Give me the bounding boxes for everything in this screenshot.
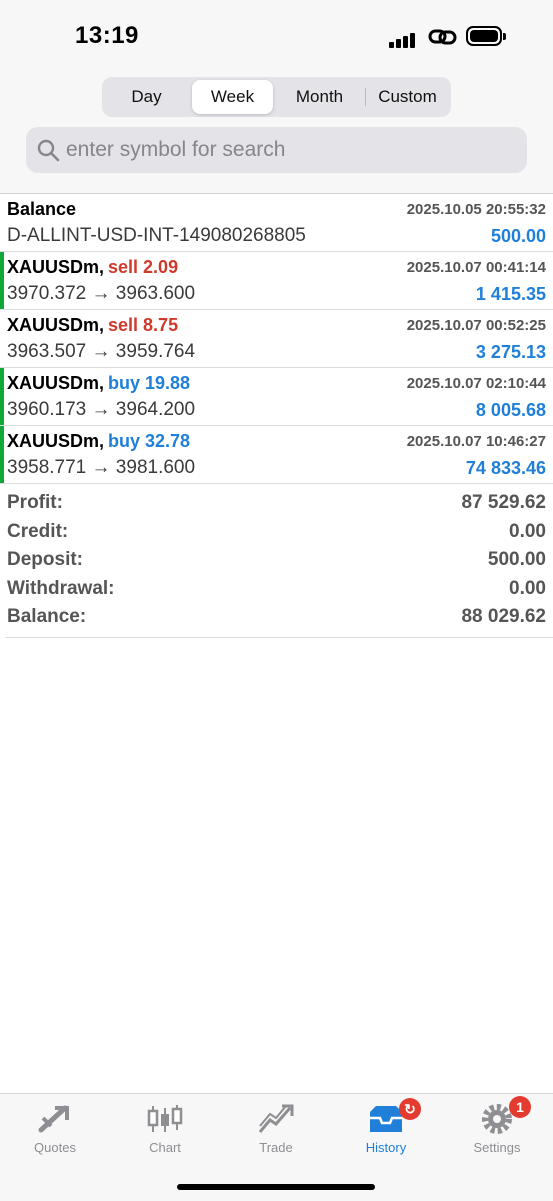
settings-badge: 1 <box>509 1096 531 1118</box>
summary-label: Profit: <box>7 492 63 513</box>
profit-stripe <box>0 426 4 483</box>
deal-date: 2025.10.05 20:55:32 <box>406 201 546 218</box>
summary-block: Profit: 87 529.62 Credit: 0.00 Deposit: … <box>0 490 553 633</box>
deal-title: XAUUSDm, sell 2.09 <box>7 257 179 277</box>
deal-side: sell 2.09 <box>108 257 179 277</box>
tab-week[interactable]: Week <box>192 80 273 114</box>
refresh-badge-icon: ↻ <box>399 1098 421 1120</box>
deal-row[interactable]: XAUUSDm, sell 8.75 2025.10.07 00:52:25 39… <box>0 310 553 368</box>
summary-value: 87 529.62 <box>461 492 546 513</box>
deal-prices: 3958.771 → 3981.600 <box>7 457 196 478</box>
deal-row[interactable]: XAUUSDm, buy 32.78 2025.10.07 10:46:27 39… <box>0 426 553 484</box>
profit-stripe <box>0 368 4 425</box>
tab-custom[interactable]: Custom <box>367 80 448 114</box>
tab-chart[interactable]: Chart <box>110 1102 220 1162</box>
deal-row[interactable]: XAUUSDm, buy 19.88 2025.10.07 02:10:44 39… <box>0 368 553 426</box>
summary-row-withdrawal: Withdrawal: 0.00 <box>0 576 553 605</box>
quotes-icon <box>38 1105 69 1133</box>
summary-row-profit: Profit: 87 529.62 <box>0 490 553 519</box>
chart-icon <box>147 1105 183 1132</box>
search-input[interactable] <box>66 127 506 173</box>
deal-comment: D-ALLINT-USD-INT-149080268805 <box>7 225 306 246</box>
deal-date: 2025.10.07 00:41:14 <box>406 259 546 276</box>
summary-row-deposit: Deposit: 500.00 <box>0 547 553 576</box>
summary-label: Balance: <box>7 606 87 627</box>
summary-value: 88 029.62 <box>461 606 546 627</box>
deal-prices: 3963.507 → 3959.764 <box>7 341 196 362</box>
deal-date: 2025.10.07 02:10:44 <box>406 375 546 392</box>
trade-icon <box>258 1104 294 1133</box>
search-bar[interactable] <box>26 127 527 173</box>
search-icon <box>37 139 60 162</box>
deal-profit: 1 415.35 <box>475 284 546 304</box>
battery-icon <box>466 26 506 46</box>
tab-settings[interactable]: 1 Settings <box>442 1096 552 1162</box>
deal-row[interactable]: XAUUSDm, sell 2.09 2025.10.07 00:41:14 39… <box>0 252 553 310</box>
tab-trade[interactable]: Trade <box>221 1102 331 1162</box>
link-icon <box>428 29 457 45</box>
summary-value: 0.00 <box>509 520 546 542</box>
home-indicator[interactable] <box>177 1184 375 1190</box>
deal-side: sell 8.75 <box>108 315 179 335</box>
status-bar: 13:19 <box>0 0 553 70</box>
deal-prices: 3970.372 → 3963.600 <box>7 283 196 304</box>
deal-row-balance[interactable]: Balance 2025.10.05 20:55:32 D-ALLINT-USD… <box>0 194 553 252</box>
summary-divider <box>5 637 553 638</box>
summary-label: Deposit: <box>7 549 83 570</box>
deal-prices: 3960.173 → 3964.200 <box>7 399 196 420</box>
deal-side: buy 19.88 <box>108 373 191 393</box>
segment-divider <box>365 88 366 106</box>
deal-date: 2025.10.07 00:52:25 <box>406 317 546 334</box>
summary-value: 500.00 <box>487 549 546 570</box>
deal-title: XAUUSDm, sell 8.75 <box>7 315 179 335</box>
signal-icon <box>389 30 421 48</box>
tab-month[interactable]: Month <box>277 80 362 114</box>
tab-label: Chart <box>149 1140 181 1155</box>
summary-label: Withdrawal: <box>7 577 115 599</box>
tab-label: Quotes <box>34 1140 76 1155</box>
deal-date: 2025.10.07 10:46:27 <box>406 433 546 450</box>
tab-label: Settings <box>473 1140 521 1155</box>
summary-row-credit: Credit: 0.00 <box>0 519 553 548</box>
deal-side: buy 32.78 <box>108 431 191 451</box>
deal-title: Balance <box>7 199 77 219</box>
deal-profit: 8 005.68 <box>475 400 546 420</box>
tab-history[interactable]: ↻ History <box>331 1098 441 1162</box>
deal-amount: 500.00 <box>490 226 546 246</box>
deal-title: XAUUSDm, buy 19.88 <box>7 373 191 393</box>
profit-stripe <box>0 252 4 309</box>
tab-day[interactable]: Day <box>105 80 188 114</box>
tab-label: Trade <box>259 1140 293 1155</box>
deal-profit: 3 275.13 <box>475 342 546 362</box>
summary-value: 0.00 <box>509 577 546 599</box>
history-header: Day Week Month Custom <box>0 70 553 193</box>
period-segmented-control: Day Week Month Custom <box>102 77 451 117</box>
summary-label: Credit: <box>7 520 69 542</box>
deal-title: XAUUSDm, buy 32.78 <box>7 431 191 451</box>
tab-label: History <box>365 1140 407 1155</box>
tab-quotes[interactable]: Quotes <box>0 1102 110 1162</box>
summary-row-balance: Balance: 88 029.62 <box>0 604 553 633</box>
status-time: 13:19 <box>75 22 139 49</box>
deal-profit: 74 833.46 <box>465 458 546 478</box>
